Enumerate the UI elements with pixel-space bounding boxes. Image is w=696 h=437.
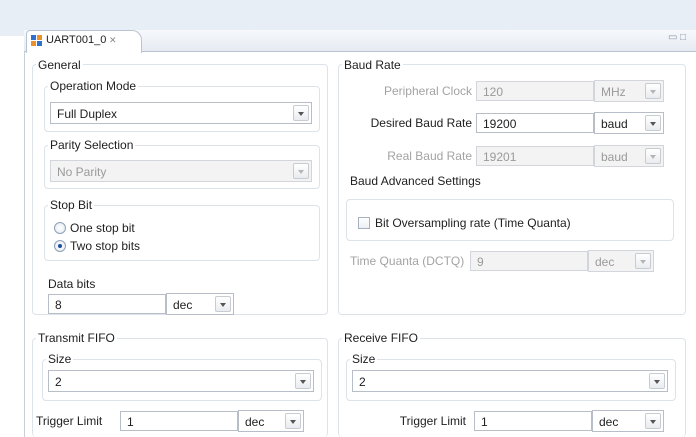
receive-size-dropdown[interactable]: 2	[352, 370, 668, 392]
real-baud-rate-input[interactable]: 19201	[476, 146, 594, 166]
one-stop-bit-radio[interactable]	[54, 222, 66, 234]
data-bits-unit-value: dec	[173, 298, 193, 312]
chevron-down-icon[interactable]	[645, 83, 661, 99]
real-baud-unit-value: baud	[601, 150, 628, 164]
transmit-trigger-label: Trigger Limit	[36, 414, 103, 428]
chevron-down-icon[interactable]	[215, 296, 231, 312]
real-baud-rate-value: 19201	[483, 150, 517, 164]
one-stop-bit-label[interactable]: One stop bit	[70, 221, 135, 235]
chevron-down-icon[interactable]	[285, 413, 301, 429]
data-bits-value: 8	[55, 298, 62, 312]
two-stop-bits-radio[interactable]	[54, 240, 66, 252]
transmit-size-value: 2	[55, 375, 62, 389]
desired-baud-unit-dropdown[interactable]: baud	[594, 112, 664, 134]
real-baud-rate-label: Real Baud Rate	[387, 149, 472, 163]
chevron-down-icon[interactable]	[649, 373, 665, 389]
uart-component-icon	[31, 35, 43, 47]
data-bits-label: Data bits	[48, 277, 96, 291]
operation-mode-value: Full Duplex	[57, 107, 118, 121]
stop-bit-title: Stop Bit	[48, 198, 95, 212]
transmit-trigger-value: 1	[127, 415, 134, 429]
real-baud-unit-dropdown[interactable]: baud	[594, 145, 664, 167]
peripheral-clock-unit-dropdown[interactable]: MHz	[594, 80, 664, 102]
oversampling-checkbox[interactable]	[358, 217, 370, 229]
transmit-fifo-title: Transmit FIFO	[36, 331, 117, 345]
time-quanta-value: 9	[477, 255, 484, 269]
chevron-down-icon[interactable]	[645, 115, 661, 131]
operation-mode-dropdown[interactable]: Full Duplex	[50, 102, 312, 124]
peripheral-clock-unit-value: MHz	[601, 85, 626, 99]
transmit-size-dropdown[interactable]: 2	[48, 370, 314, 392]
chevron-down-icon[interactable]	[293, 163, 309, 179]
baud-rate-title: Baud Rate	[342, 58, 403, 72]
transmit-trigger-unit-dropdown[interactable]: dec	[238, 410, 304, 432]
desired-baud-rate-value: 19200	[483, 117, 517, 131]
transmit-trigger-input[interactable]: 1	[120, 411, 238, 431]
general-title: General	[36, 58, 83, 72]
peripheral-clock-value: 120	[483, 85, 504, 99]
receive-trigger-value: 1	[481, 415, 488, 429]
receive-trigger-input[interactable]: 1	[474, 411, 592, 431]
minimize-icon[interactable]: ▭	[668, 32, 677, 44]
parity-title: Parity Selection	[48, 138, 136, 152]
close-icon[interactable]: ✕	[109, 33, 117, 47]
receive-trigger-unit-dropdown[interactable]: dec	[592, 410, 664, 432]
chevron-down-icon[interactable]	[295, 373, 311, 389]
receive-trigger-unit-value: dec	[599, 415, 619, 429]
data-bits-unit-dropdown[interactable]: dec	[166, 293, 234, 315]
time-quanta-unit-value: dec	[595, 255, 615, 269]
receive-fifo-title: Receive FIFO	[342, 331, 421, 345]
parity-dropdown[interactable]: No Parity	[50, 160, 312, 182]
peripheral-clock-input[interactable]: 120	[476, 81, 594, 101]
maximize-icon[interactable]: □	[680, 32, 686, 44]
peripheral-clock-label: Peripheral Clock	[383, 84, 472, 98]
transmit-size-label: Size	[46, 352, 74, 366]
time-quanta-input[interactable]: 9	[470, 251, 588, 271]
tab-title: UART001_0	[46, 34, 107, 46]
operation-mode-title: Operation Mode	[48, 79, 139, 93]
time-quanta-unit-dropdown[interactable]: dec	[588, 250, 654, 272]
receive-size-value: 2	[359, 375, 366, 389]
oversampling-label[interactable]: Bit Oversampling rate (Time Quanta)	[375, 216, 571, 230]
chevron-down-icon[interactable]	[293, 105, 309, 121]
time-quanta-label: Time Quanta (DCTQ)	[350, 254, 465, 268]
chevron-down-icon[interactable]	[635, 253, 651, 269]
transmit-trigger-unit-value: dec	[245, 415, 265, 429]
two-stop-bits-label[interactable]: Two stop bits	[70, 239, 140, 253]
desired-baud-rate-label: Desired Baud Rate	[370, 116, 472, 130]
desired-baud-unit-value: baud	[601, 117, 628, 131]
receive-trigger-label: Trigger Limit	[399, 414, 466, 428]
receive-size-label: Size	[350, 352, 378, 366]
chevron-down-icon[interactable]	[645, 413, 661, 429]
chevron-down-icon[interactable]	[645, 148, 661, 164]
data-bits-input[interactable]: 8	[48, 294, 166, 314]
desired-baud-rate-input[interactable]: 19200	[476, 113, 594, 133]
parity-value: No Parity	[57, 165, 107, 179]
baud-advanced-title: Baud Advanced Settings	[348, 174, 483, 188]
